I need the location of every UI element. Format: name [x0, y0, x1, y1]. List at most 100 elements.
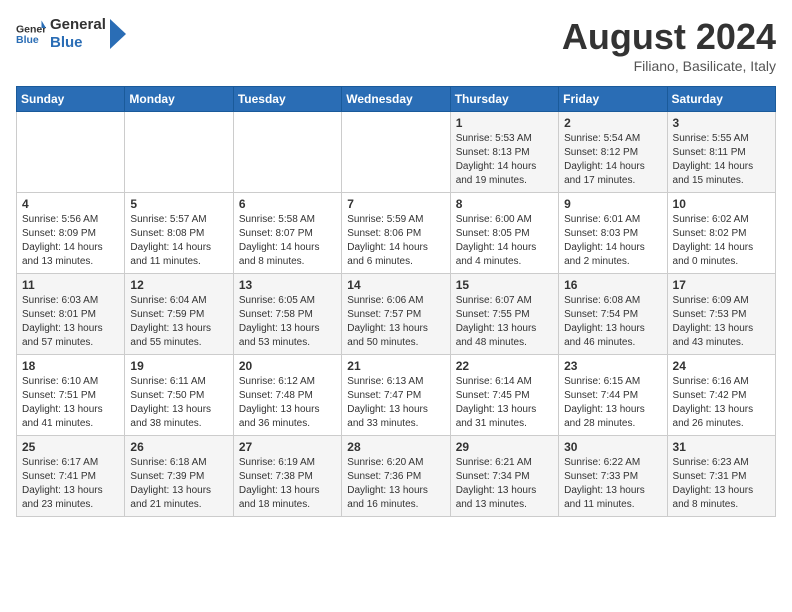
- calendar-cell: 21Sunrise: 6:13 AM Sunset: 7:47 PM Dayli…: [342, 355, 450, 436]
- day-number: 21: [347, 359, 444, 373]
- day-info: Sunrise: 6:08 AM Sunset: 7:54 PM Dayligh…: [564, 294, 661, 350]
- title-block: August 2024 Filiano, Basilicate, Italy: [562, 16, 776, 74]
- day-header-friday: Friday: [559, 87, 667, 112]
- calendar-cell: 14 Sunrise: 6:06 AM Sunset: 7:57 PM Dayli…: [342, 274, 450, 355]
- day-number: 6: [239, 197, 336, 211]
- day-number: 29: [456, 440, 553, 454]
- day-info: Sunrise: 6:21 AM Sunset: 7:34 PM Dayligh…: [456, 456, 553, 512]
- day-info: Sunrise: 5:59 AM Sunset: 8:06 PM Dayligh…: [347, 213, 444, 269]
- day-number: 18: [22, 359, 119, 373]
- week-row-2: 4Sunrise: 5:56 AM Sunset: 8:09 PM Daylig…: [17, 193, 776, 274]
- calendar-cell: 24 Sunrise: 6:16 AM Sunset: 7:42 PM Dayli…: [667, 355, 775, 436]
- day-number: 2: [564, 116, 661, 130]
- day-info: Sunrise: 6:16 AM Sunset: 7:42 PM Dayligh…: [673, 375, 770, 431]
- day-info: Sunrise: 6:17 AM Sunset: 7:41 PM Dayligh…: [22, 456, 119, 512]
- calendar-cell: 11Sunrise: 6:03 AM Sunset: 8:01 PM Dayli…: [17, 274, 125, 355]
- month-title: August 2024: [562, 16, 776, 58]
- calendar-cell: 19 Sunrise: 6:11 AM Sunset: 7:50 PM Dayli…: [125, 355, 233, 436]
- day-number: 11: [22, 278, 119, 292]
- calendar-cell: 3 Sunrise: 5:55 AM Sunset: 8:11 PM Daylig…: [667, 112, 775, 193]
- calendar-cell: 29 Sunrise: 6:21 AM Sunset: 7:34 PM Dayli…: [450, 436, 558, 517]
- day-header-wednesday: Wednesday: [342, 87, 450, 112]
- day-info: Sunrise: 6:20 AM Sunset: 7:36 PM Dayligh…: [347, 456, 444, 512]
- day-number: 8: [456, 197, 553, 211]
- day-number: 25: [22, 440, 119, 454]
- calendar-cell: 8 Sunrise: 6:00 AM Sunset: 8:05 PM Daylig…: [450, 193, 558, 274]
- day-info: Sunrise: 6:11 AM Sunset: 7:50 PM Dayligh…: [130, 375, 227, 431]
- day-header-saturday: Saturday: [667, 87, 775, 112]
- day-info: Sunrise: 6:05 AM Sunset: 7:58 PM Dayligh…: [239, 294, 336, 350]
- day-number: 23: [564, 359, 661, 373]
- calendar-cell: [125, 112, 233, 193]
- calendar-cell: 30Sunrise: 6:22 AM Sunset: 7:33 PM Dayli…: [559, 436, 667, 517]
- day-info: Sunrise: 6:06 AM Sunset: 7:57 PM Dayligh…: [347, 294, 444, 350]
- day-header-thursday: Thursday: [450, 87, 558, 112]
- day-header-monday: Monday: [125, 87, 233, 112]
- day-info: Sunrise: 6:18 AM Sunset: 7:39 PM Dayligh…: [130, 456, 227, 512]
- logo-arrow-icon: [110, 19, 126, 49]
- svg-text:Blue: Blue: [16, 34, 39, 46]
- day-info: Sunrise: 6:04 AM Sunset: 7:59 PM Dayligh…: [130, 294, 227, 350]
- day-number: 16: [564, 278, 661, 292]
- location-subtitle: Filiano, Basilicate, Italy: [562, 58, 776, 74]
- day-number: 19: [130, 359, 227, 373]
- day-number: 3: [673, 116, 770, 130]
- calendar-cell: 31Sunrise: 6:23 AM Sunset: 7:31 PM Dayli…: [667, 436, 775, 517]
- day-number: 28: [347, 440, 444, 454]
- day-info: Sunrise: 6:12 AM Sunset: 7:48 PM Dayligh…: [239, 375, 336, 431]
- calendar-cell: 4Sunrise: 5:56 AM Sunset: 8:09 PM Daylig…: [17, 193, 125, 274]
- day-number: 10: [673, 197, 770, 211]
- day-header-tuesday: Tuesday: [233, 87, 341, 112]
- day-info: Sunrise: 6:09 AM Sunset: 7:53 PM Dayligh…: [673, 294, 770, 350]
- calendar-cell: 18 Sunrise: 6:10 AM Sunset: 7:51 PM Dayli…: [17, 355, 125, 436]
- calendar-cell: 20 Sunrise: 6:12 AM Sunset: 7:48 PM Dayli…: [233, 355, 341, 436]
- logo-blue-text: Blue: [50, 34, 106, 52]
- day-number: 1: [456, 116, 553, 130]
- calendar-cell: [17, 112, 125, 193]
- day-info: Sunrise: 5:55 AM Sunset: 8:11 PM Dayligh…: [673, 132, 770, 188]
- day-number: 14: [347, 278, 444, 292]
- calendar-cell: 13Sunrise: 6:05 AM Sunset: 7:58 PM Dayli…: [233, 274, 341, 355]
- calendar-cell: 16 Sunrise: 6:08 AM Sunset: 7:54 PM Dayli…: [559, 274, 667, 355]
- calendar-cell: 27 Sunrise: 6:19 AM Sunset: 7:38 PM Dayli…: [233, 436, 341, 517]
- calendar-cell: [233, 112, 341, 193]
- day-number: 20: [239, 359, 336, 373]
- day-info: Sunrise: 6:19 AM Sunset: 7:38 PM Dayligh…: [239, 456, 336, 512]
- logo: General Blue General Blue: [16, 16, 126, 52]
- week-row-5: 25 Sunrise: 6:17 AM Sunset: 7:41 PM Dayli…: [17, 436, 776, 517]
- calendar-cell: 10 Sunrise: 6:02 AM Sunset: 8:02 PM Dayli…: [667, 193, 775, 274]
- week-row-3: 11Sunrise: 6:03 AM Sunset: 8:01 PM Dayli…: [17, 274, 776, 355]
- day-info: Sunrise: 5:57 AM Sunset: 8:08 PM Dayligh…: [130, 213, 227, 269]
- calendar-cell: 6Sunrise: 5:58 AM Sunset: 8:07 PM Daylig…: [233, 193, 341, 274]
- calendar-cell: 9Sunrise: 6:01 AM Sunset: 8:03 PM Daylig…: [559, 193, 667, 274]
- day-number: 12: [130, 278, 227, 292]
- week-row-4: 18 Sunrise: 6:10 AM Sunset: 7:51 PM Dayli…: [17, 355, 776, 436]
- calendar-cell: 7Sunrise: 5:59 AM Sunset: 8:06 PM Daylig…: [342, 193, 450, 274]
- day-number: 30: [564, 440, 661, 454]
- day-info: Sunrise: 6:15 AM Sunset: 7:44 PM Dayligh…: [564, 375, 661, 431]
- day-info: Sunrise: 5:54 AM Sunset: 8:12 PM Dayligh…: [564, 132, 661, 188]
- calendar-cell: 28 Sunrise: 6:20 AM Sunset: 7:36 PM Dayli…: [342, 436, 450, 517]
- calendar-cell: 15Sunrise: 6:07 AM Sunset: 7:55 PM Dayli…: [450, 274, 558, 355]
- page-header: General Blue General Blue August 2024 Fi…: [16, 16, 776, 74]
- calendar-cell: 25 Sunrise: 6:17 AM Sunset: 7:41 PM Dayli…: [17, 436, 125, 517]
- day-headers-row: SundayMondayTuesdayWednesdayThursdayFrid…: [17, 87, 776, 112]
- calendar-cell: 1Sunrise: 5:53 AM Sunset: 8:13 PM Daylig…: [450, 112, 558, 193]
- day-info: Sunrise: 6:10 AM Sunset: 7:51 PM Dayligh…: [22, 375, 119, 431]
- day-number: 24: [673, 359, 770, 373]
- calendar-cell: 26Sunrise: 6:18 AM Sunset: 7:39 PM Dayli…: [125, 436, 233, 517]
- day-info: Sunrise: 6:07 AM Sunset: 7:55 PM Dayligh…: [456, 294, 553, 350]
- calendar-cell: 2 Sunrise: 5:54 AM Sunset: 8:12 PM Daylig…: [559, 112, 667, 193]
- week-row-1: 1Sunrise: 5:53 AM Sunset: 8:13 PM Daylig…: [17, 112, 776, 193]
- calendar-cell: 12 Sunrise: 6:04 AM Sunset: 7:59 PM Dayli…: [125, 274, 233, 355]
- day-info: Sunrise: 6:00 AM Sunset: 8:05 PM Dayligh…: [456, 213, 553, 269]
- calendar-table: SundayMondayTuesdayWednesdayThursdayFrid…: [16, 86, 776, 517]
- day-info: Sunrise: 5:56 AM Sunset: 8:09 PM Dayligh…: [22, 213, 119, 269]
- logo-icon: General Blue: [16, 19, 46, 49]
- calendar-cell: 22Sunrise: 6:14 AM Sunset: 7:45 PM Dayli…: [450, 355, 558, 436]
- calendar-cell: 23 Sunrise: 6:15 AM Sunset: 7:44 PM Dayli…: [559, 355, 667, 436]
- day-number: 9: [564, 197, 661, 211]
- day-number: 27: [239, 440, 336, 454]
- day-info: Sunrise: 6:02 AM Sunset: 8:02 PM Dayligh…: [673, 213, 770, 269]
- calendar-cell: 17Sunrise: 6:09 AM Sunset: 7:53 PM Dayli…: [667, 274, 775, 355]
